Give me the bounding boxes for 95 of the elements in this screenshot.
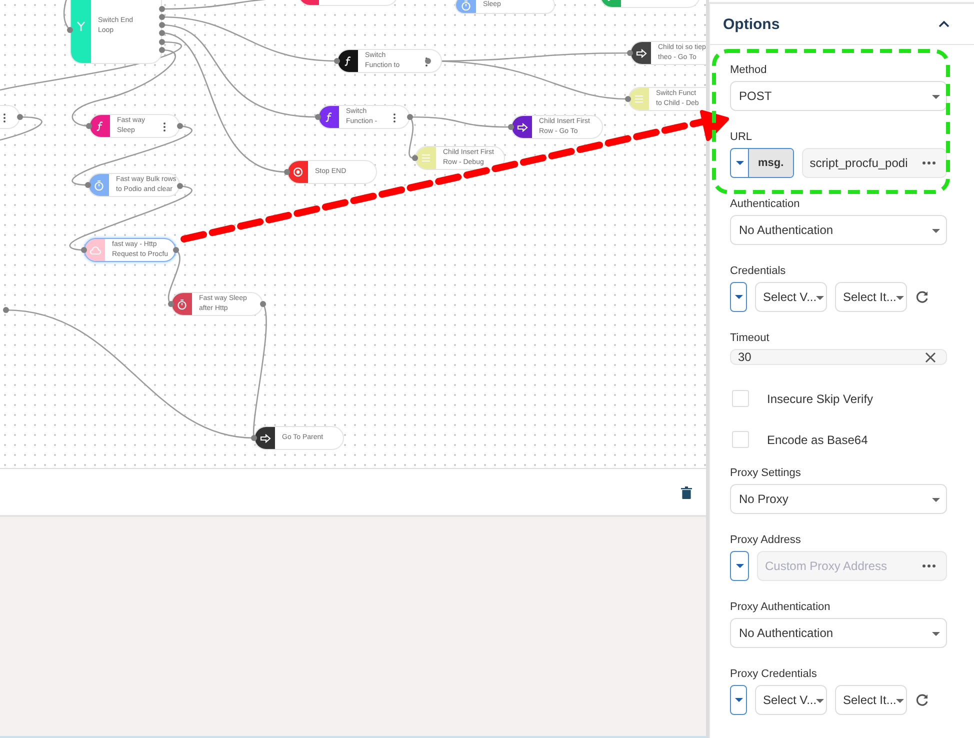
dropdown[interactable]: Select It... bbox=[835, 685, 907, 715]
checkbox-label: Encode as Base64 bbox=[767, 432, 868, 446]
more-icon[interactable] bbox=[922, 564, 936, 568]
port-dot[interactable] bbox=[251, 435, 257, 441]
port-dot[interactable] bbox=[334, 58, 340, 64]
caret-icon bbox=[816, 296, 824, 300]
port-dot[interactable] bbox=[3, 307, 9, 313]
port-dot[interactable] bbox=[173, 247, 179, 253]
checkbox[interactable] bbox=[732, 431, 749, 448]
input-field[interactable]: script_procfu_podi bbox=[802, 148, 947, 178]
section-title: Options bbox=[723, 16, 780, 32]
dropdown[interactable]: No Authentication bbox=[730, 618, 947, 648]
port-dot[interactable] bbox=[508, 124, 514, 130]
refresh-icon[interactable] bbox=[915, 693, 929, 707]
port-dot[interactable] bbox=[159, 22, 165, 28]
caret-icon bbox=[932, 632, 940, 636]
input-field[interactable]: 30 bbox=[730, 349, 947, 365]
field-label: Proxy Credentials bbox=[730, 668, 818, 681]
port-dot[interactable] bbox=[260, 301, 266, 307]
type-selector[interactable] bbox=[730, 282, 747, 312]
port-dot[interactable] bbox=[412, 155, 418, 161]
list-icon bbox=[634, 95, 644, 103]
chevron-up-icon[interactable] bbox=[938, 20, 950, 28]
port-dot[interactable] bbox=[159, 6, 165, 12]
dropdown[interactable]: No Authentication bbox=[730, 215, 947, 245]
port-dot[interactable] bbox=[67, 27, 73, 33]
field-label: Proxy Authentication bbox=[730, 601, 832, 614]
type-label: msg. bbox=[748, 149, 793, 177]
port-dot[interactable] bbox=[284, 169, 290, 175]
arrow-icon bbox=[260, 434, 270, 442]
field-label: Authentication bbox=[730, 198, 801, 211]
port-dot[interactable] bbox=[425, 58, 431, 64]
type-selector[interactable] bbox=[730, 685, 747, 715]
port-dot[interactable] bbox=[168, 301, 174, 307]
cloud-icon bbox=[90, 246, 100, 254]
port-dot[interactable] bbox=[86, 123, 92, 129]
port-dot[interactable] bbox=[177, 183, 183, 189]
caret-icon bbox=[896, 699, 904, 703]
dropdown[interactable]: Select V... bbox=[755, 685, 827, 715]
field-label: Proxy Address bbox=[730, 534, 802, 547]
caret-icon bbox=[816, 699, 824, 703]
port-dot[interactable] bbox=[159, 14, 165, 20]
kebab-menu-icon[interactable] bbox=[393, 113, 396, 123]
kebab-menu-icon[interactable] bbox=[163, 122, 166, 132]
target-icon bbox=[293, 167, 303, 177]
port-dot[interactable] bbox=[627, 50, 633, 56]
flow-canvas[interactable] bbox=[0, 0, 706, 469]
port-dot[interactable] bbox=[159, 30, 165, 36]
delete-button[interactable] bbox=[679, 484, 694, 500]
clear-icon[interactable] bbox=[925, 352, 936, 362]
field-value: 30 bbox=[738, 350, 752, 364]
port-dot[interactable] bbox=[81, 247, 87, 253]
field-label: URL bbox=[730, 131, 754, 144]
port-dot[interactable] bbox=[17, 114, 23, 120]
dropdown[interactable]: POST bbox=[730, 81, 947, 111]
field-label: Method bbox=[730, 64, 768, 77]
arrow-icon bbox=[636, 48, 646, 58]
checkbox[interactable] bbox=[732, 390, 749, 407]
more-icon[interactable] bbox=[922, 161, 936, 165]
field-label: Proxy Settings bbox=[730, 467, 802, 480]
list-icon bbox=[421, 154, 431, 162]
connector-line bbox=[0, 116, 42, 141]
arrow-icon bbox=[516, 122, 528, 132]
port-dot[interactable] bbox=[177, 123, 183, 129]
refresh-icon[interactable] bbox=[915, 290, 929, 304]
fork-icon bbox=[76, 21, 86, 31]
caret-icon bbox=[736, 161, 744, 165]
port-dot[interactable] bbox=[159, 47, 165, 53]
port-dot[interactable] bbox=[315, 114, 321, 120]
stopwatch-icon bbox=[94, 180, 104, 190]
caret-icon bbox=[932, 229, 940, 233]
caret-icon bbox=[736, 564, 744, 568]
port-dot[interactable] bbox=[625, 96, 631, 102]
dropdown[interactable]: No Proxy bbox=[730, 484, 947, 514]
kebab-menu-icon[interactable] bbox=[3, 113, 6, 123]
field-value: script_procfu_podi bbox=[810, 156, 908, 170]
port-dot[interactable] bbox=[159, 39, 165, 45]
caret-icon bbox=[932, 498, 940, 502]
checkbox-label: Insecure Skip Verify bbox=[767, 392, 874, 406]
caret-icon bbox=[932, 95, 940, 99]
type-selector[interactable]: msg. bbox=[730, 148, 794, 178]
caret-icon bbox=[896, 296, 904, 300]
stopwatch-icon bbox=[461, 0, 471, 10]
function-icon bbox=[344, 56, 352, 66]
function-icon bbox=[325, 112, 333, 122]
function-icon bbox=[96, 121, 104, 131]
dropdown[interactable]: Select V... bbox=[755, 282, 827, 312]
field-label: Credentials bbox=[730, 265, 787, 278]
port-dot[interactable] bbox=[85, 182, 91, 188]
dropdown[interactable]: Select It... bbox=[835, 282, 907, 312]
type-selector[interactable] bbox=[730, 551, 749, 581]
field-label: Timeout bbox=[730, 332, 770, 345]
port-dot[interactable] bbox=[407, 114, 413, 120]
stopwatch-icon bbox=[177, 298, 187, 310]
field-placeholder: Custom Proxy Address bbox=[765, 559, 888, 573]
